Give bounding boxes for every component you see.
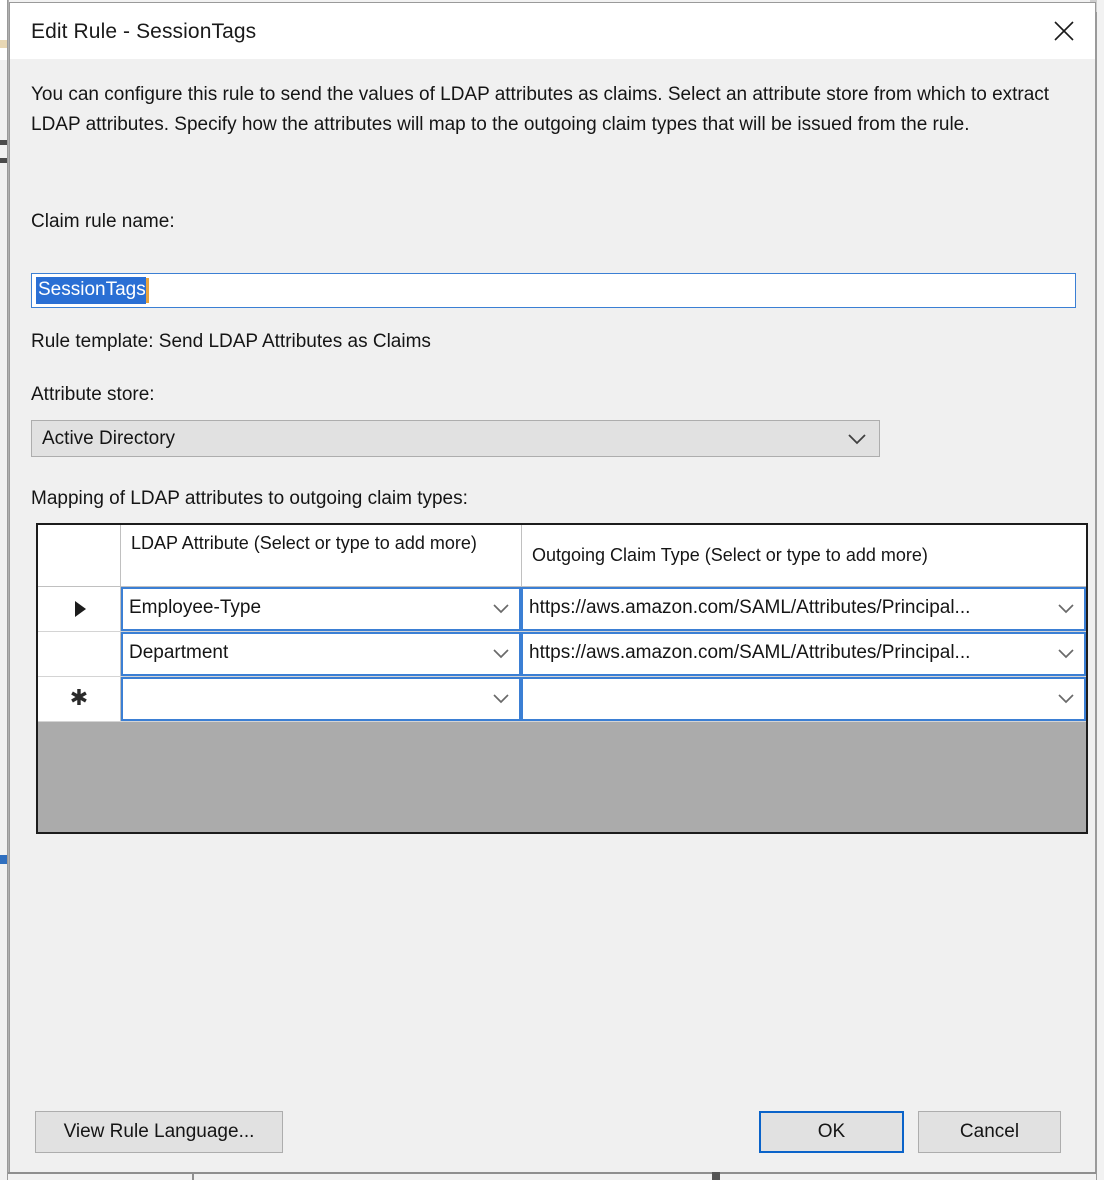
background-right-fill (1097, 0, 1104, 1180)
view-rule-language-button[interactable]: View Rule Language... (35, 1111, 283, 1153)
background-window-edge (7, 0, 8, 1180)
claim-rule-name-input[interactable]: SessionTags (31, 273, 1076, 308)
grid-inner: LDAP Attribute (Select or type to add mo… (38, 525, 1086, 722)
cell-outgoing-claim-type-3[interactable] (521, 677, 1086, 721)
chevron-down-icon (847, 433, 867, 451)
chevron-down-icon (1057, 602, 1075, 620)
rule-template-label: Rule template: Send LDAP Attributes as C… (31, 331, 431, 352)
background-bottom-edge (8, 1172, 1096, 1174)
cell-ldap-attribute-2-value: Department (129, 642, 229, 663)
attribute-store-label: Attribute store: (31, 384, 155, 405)
cell-outgoing-claim-type-2-value: https://aws.amazon.com/SAML/Attributes/P… (529, 642, 971, 663)
close-icon (1054, 20, 1074, 41)
chevron-down-icon (492, 692, 510, 710)
background-bottom-fill (8, 1174, 1096, 1180)
table-row[interactable]: Department https://aws.amazon.com/SAML/A… (38, 632, 1086, 677)
close-button[interactable] (1033, 3, 1095, 58)
chevron-down-icon (492, 647, 510, 665)
edit-rule-dialog: Edit Rule - SessionTags You can configur… (9, 2, 1096, 1172)
background-marker-1 (0, 40, 7, 48)
cell-ldap-attribute-2[interactable]: Department (121, 632, 521, 676)
claim-mapping-grid: LDAP Attribute (Select or type to add mo… (36, 523, 1088, 834)
grid-header-outgoing-claim-type-label: Outgoing Claim Type (Select or type to a… (532, 545, 928, 565)
dialog-body: You can configure this rule to send the … (10, 59, 1095, 1172)
text-caret (145, 278, 149, 303)
background-bottom-tick-1 (192, 1172, 194, 1180)
attribute-store-value: Active Directory (42, 428, 176, 449)
background-marker-2 (0, 140, 7, 145)
grid-header-row: LDAP Attribute (Select or type to add mo… (38, 525, 1086, 587)
grid-header-row-selector (38, 525, 121, 586)
claim-rule-name-label: Claim rule name: (31, 211, 175, 232)
attribute-store-select[interactable]: Active Directory (31, 420, 880, 457)
background-right-edge (1096, 0, 1097, 1180)
chevron-down-icon (492, 602, 510, 620)
dialog-description: You can configure this rule to send the … (31, 84, 1050, 135)
table-row[interactable]: Employee-Type https://aws.amazon.com/SAM… (38, 587, 1086, 632)
dialog-title-bar: Edit Rule - SessionTags (10, 3, 1095, 60)
cell-outgoing-claim-type-2[interactable]: https://aws.amazon.com/SAML/Attributes/P… (521, 632, 1086, 676)
grid-header-ldap-attribute-label: LDAP Attribute (Select or type to add mo… (131, 533, 477, 553)
dialog-title: Edit Rule - SessionTags (31, 20, 257, 43)
chevron-down-icon (1057, 692, 1075, 710)
cancel-button[interactable]: Cancel (918, 1111, 1061, 1153)
table-row-new[interactable]: ✱ (38, 677, 1086, 722)
cell-outgoing-claim-type-1-value: https://aws.amazon.com/SAML/Attributes/P… (529, 597, 971, 618)
grid-header-outgoing-claim-type[interactable]: Outgoing Claim Type (Select or type to a… (522, 525, 1086, 586)
background-marker-4 (0, 855, 7, 864)
chevron-down-icon (1057, 647, 1075, 665)
background-marker-3 (0, 158, 7, 163)
cell-outgoing-claim-type-1[interactable]: https://aws.amazon.com/SAML/Attributes/P… (521, 587, 1086, 631)
cell-ldap-attribute-1[interactable]: Employee-Type (121, 587, 521, 631)
row-selector-2[interactable] (38, 632, 121, 676)
mapping-label: Mapping of LDAP attributes to outgoing c… (31, 488, 468, 509)
row-selector-1[interactable] (38, 587, 121, 631)
cell-ldap-attribute-1-value: Employee-Type (129, 597, 262, 618)
row-selector-3[interactable]: ✱ (38, 677, 121, 721)
claim-rule-name-value: SessionTags (36, 277, 146, 304)
grid-header-ldap-attribute[interactable]: LDAP Attribute (Select or type to add mo… (121, 525, 522, 586)
ok-button[interactable]: OK (759, 1111, 904, 1153)
new-row-asterisk-icon: ✱ (69, 685, 89, 710)
current-row-arrow-icon (38, 587, 120, 631)
cell-ldap-attribute-3[interactable] (121, 677, 521, 721)
